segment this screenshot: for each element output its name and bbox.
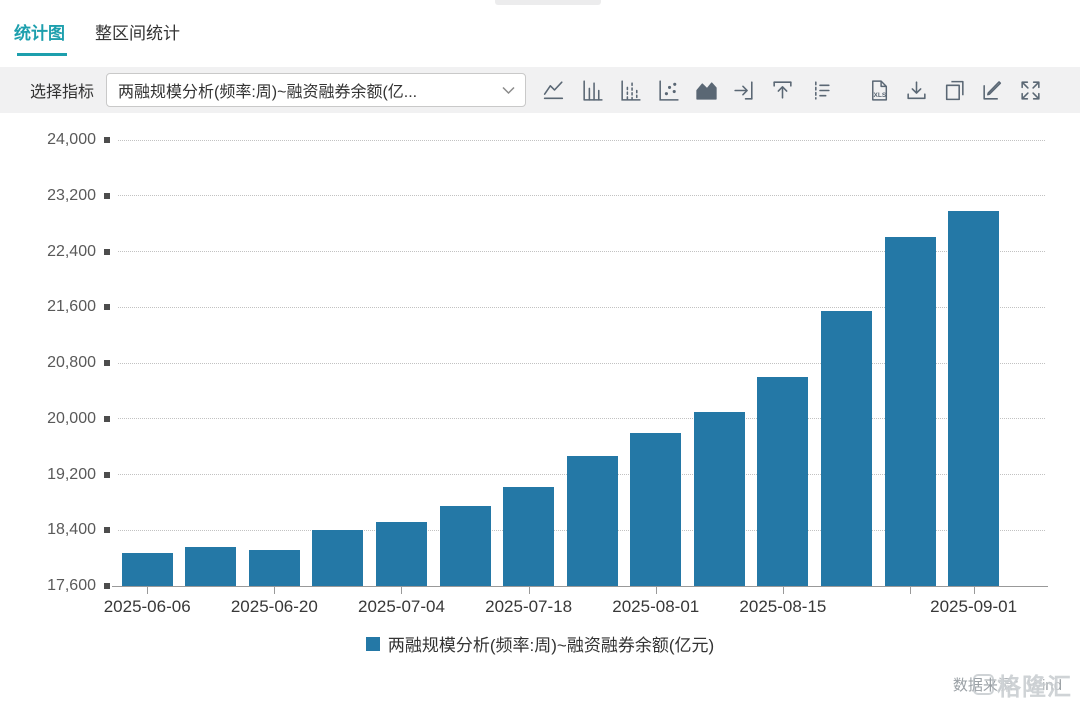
bar[interactable]: [440, 506, 491, 586]
x-axis-tick-mark: [401, 587, 402, 594]
x-axis-tick-label: 2025-08-15: [708, 597, 858, 617]
bar[interactable]: [185, 547, 236, 586]
y-axis-tick-label: 23,200: [0, 186, 96, 206]
bar[interactable]: [757, 377, 808, 586]
y-axis-tick-label: 22,400: [0, 242, 96, 262]
gelonghui-watermark-text: 格隆汇: [997, 667, 1072, 702]
y-axis-tick-label: 19,200: [0, 465, 96, 485]
y-axis-tick-label: 17,600: [0, 576, 96, 596]
bar-chart-plot-area: 17,600 18,400 19,200 20,000 20,800 21,600 22,4…: [0, 0, 1080, 706]
horizontal-gridline: [118, 195, 1045, 196]
statistics-chart-panel: 统计图 整区间统计 选择指标 两融规模分析(频率:周)~融资融券余额(亿...: [0, 0, 1080, 706]
x-axis-tick-mark: [783, 587, 784, 594]
y-axis-tick-marker: [104, 193, 110, 199]
y-axis-tick-label: 18,400: [0, 520, 96, 540]
bar[interactable]: [948, 211, 999, 586]
x-axis-tick-mark: [274, 587, 275, 594]
y-axis-tick-marker: [104, 304, 110, 310]
y-axis-tick-label: 20,000: [0, 409, 96, 429]
gelonghui-logo-icon: [973, 674, 994, 695]
y-axis-tick-marker: [104, 472, 110, 478]
bar[interactable]: [376, 522, 427, 586]
x-axis-tick-mark: [974, 587, 975, 594]
bar[interactable]: [249, 550, 300, 586]
y-axis-tick-marker: [104, 583, 110, 589]
x-axis-tick-label: 2025-09-01: [899, 597, 1049, 617]
gelonghui-watermark: 格隆汇: [973, 667, 1072, 702]
y-axis-tick-marker: [104, 527, 110, 533]
bar[interactable]: [694, 412, 745, 586]
x-axis-tick-mark: [529, 587, 530, 594]
y-axis-tick-marker: [104, 137, 110, 143]
bar[interactable]: [885, 237, 936, 586]
x-axis-tick-mark: [147, 587, 148, 594]
y-axis-tick-label: 24,000: [0, 130, 96, 150]
data-source-note: 数据来源：Wind 格隆汇: [953, 674, 1062, 695]
bar[interactable]: [122, 553, 173, 586]
y-axis-tick-marker: [104, 416, 110, 422]
y-axis-tick-marker: [104, 360, 110, 366]
x-axis-tick-mark: [910, 587, 911, 594]
bar[interactable]: [312, 530, 363, 586]
x-axis-line: [112, 586, 1048, 587]
x-axis-tick-mark: [656, 587, 657, 594]
bar[interactable]: [503, 487, 554, 586]
legend-color-swatch: [366, 637, 380, 651]
chart-legend[interactable]: 两融规模分析(频率:周)~融资融券余额(亿元): [0, 631, 1080, 656]
bar[interactable]: [630, 433, 681, 586]
bar[interactable]: [821, 311, 872, 586]
y-axis-tick-label: 21,600: [0, 297, 96, 317]
y-axis-tick-marker: [104, 249, 110, 255]
horizontal-gridline: [118, 140, 1045, 141]
bar[interactable]: [567, 456, 618, 586]
y-axis-tick-label: 20,800: [0, 353, 96, 373]
legend-series-label: 两融规模分析(频率:周)~融资融券余额(亿元): [388, 631, 714, 656]
